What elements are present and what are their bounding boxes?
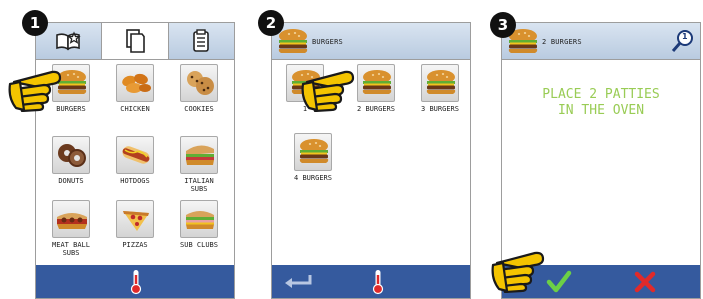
quantity-button[interactable] xyxy=(421,64,459,102)
menu-item-italian-subs[interactable]: ITALIAN SUBS xyxy=(171,136,227,193)
menu-item-label: PIZZAS xyxy=(122,241,148,249)
menu-item-donuts[interactable]: DONUTS xyxy=(43,136,99,185)
menu-item-button[interactable] xyxy=(116,64,154,102)
page-title: 2 BURGERS xyxy=(542,38,582,46)
instruction-text: PLACE 2 PATTIES IN THE OVEN xyxy=(542,87,660,118)
menu-item-label: CHICKEN xyxy=(120,105,150,113)
quantity-option-4[interactable]: 4 BURGERS xyxy=(285,133,341,182)
notepad-icon xyxy=(193,29,210,52)
magnifier-count: 1 xyxy=(682,32,688,41)
documents-icon xyxy=(126,29,145,53)
sub-club-icon xyxy=(186,211,214,229)
chicken-icon xyxy=(122,73,151,93)
menu-item-chicken[interactable]: CHICKEN xyxy=(107,64,163,113)
menu-item-button[interactable] xyxy=(180,136,218,174)
back-arrow-icon[interactable] xyxy=(282,273,314,291)
pizza-icon xyxy=(123,211,149,231)
tab-notes[interactable] xyxy=(168,23,234,59)
cookies-icon xyxy=(187,71,214,95)
menu-item-hotdogs[interactable]: HOTDOGS xyxy=(107,136,163,185)
cross-icon[interactable] xyxy=(634,271,656,293)
thermometer-icon[interactable] xyxy=(371,269,385,295)
menu-item-button[interactable] xyxy=(52,200,90,238)
burger-icon xyxy=(362,70,392,95)
menu-item-meat-ball-subs[interactable]: MEAT BALL SUBS xyxy=(43,200,99,257)
menu-item-pizzas[interactable]: PIZZAS xyxy=(107,200,163,249)
book-star-icon xyxy=(55,31,81,51)
menu-item-label: HOTDOGS xyxy=(120,177,150,185)
menu-item-button[interactable] xyxy=(52,136,90,174)
donuts-icon xyxy=(58,144,86,167)
menu-item-sub-clubs[interactable]: SUB CLUBS xyxy=(171,200,227,249)
step-2-badge: 2 xyxy=(258,10,284,36)
menu-item-button[interactable] xyxy=(116,136,154,174)
menu-item-label: COOKIES xyxy=(184,105,214,113)
page-title: BURGERS xyxy=(312,38,343,46)
quantity-option-3[interactable]: 3 BURGERS xyxy=(412,64,468,113)
burger-icon xyxy=(278,29,308,54)
pointing-hand-icon xyxy=(8,70,62,112)
menu-item-button[interactable] xyxy=(180,200,218,238)
burger-icon xyxy=(299,139,329,164)
bottom-bar xyxy=(272,265,470,298)
step-1-badge: 1 xyxy=(22,10,48,36)
burger-icon xyxy=(426,70,456,95)
pointing-hand-icon xyxy=(301,70,355,112)
menu-item-button[interactable] xyxy=(180,64,218,102)
quantity-label: 3 BURGERS xyxy=(421,105,459,113)
thermometer-icon[interactable] xyxy=(129,269,143,295)
menu-item-label: DONUTS xyxy=(58,177,84,185)
quantity-button[interactable] xyxy=(294,133,332,171)
menu-item-label: MEAT BALL SUBS xyxy=(52,241,90,257)
header-bar: BURGERS xyxy=(272,23,470,60)
step-3-badge: 3 xyxy=(490,12,516,38)
menu-item-button[interactable] xyxy=(116,200,154,238)
header-bar: 2 BURGERS 1 xyxy=(502,23,700,60)
bottom-bar xyxy=(36,265,234,298)
italian-sub-icon xyxy=(186,145,214,165)
menu-item-cookies[interactable]: COOKIES xyxy=(171,64,227,113)
magnifier-button[interactable]: 1 xyxy=(670,28,696,54)
top-tab-bar xyxy=(36,23,234,60)
hotdog-icon xyxy=(122,146,150,164)
pointing-hand-icon xyxy=(491,251,545,293)
menu-item-label: SUB CLUBS xyxy=(180,241,218,249)
tab-documents[interactable] xyxy=(102,23,169,59)
meatball-sub-icon xyxy=(57,213,87,229)
quantity-label: 4 BURGERS xyxy=(294,174,332,182)
menu-item-label: ITALIAN SUBS xyxy=(184,177,214,193)
